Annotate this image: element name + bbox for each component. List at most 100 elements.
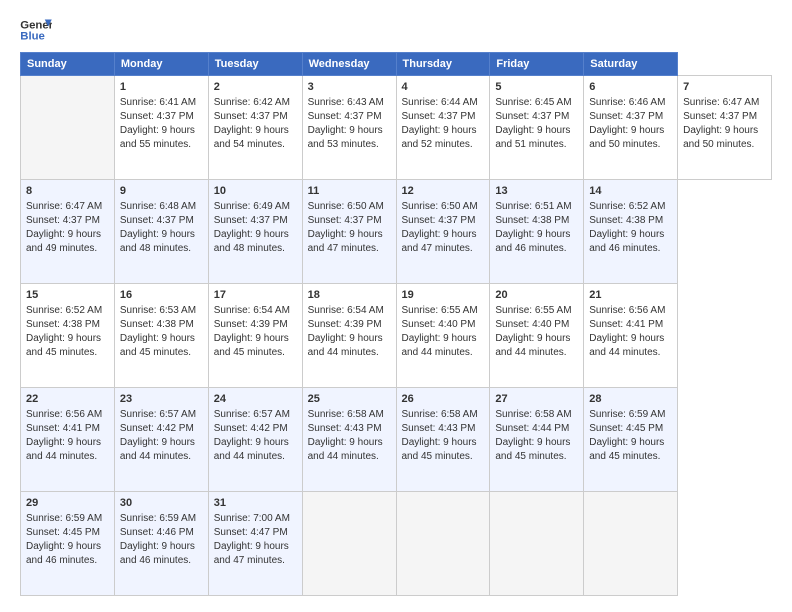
daylight-text: Daylight: 9 hours and 51 minutes. xyxy=(495,125,570,150)
daylight-text: Daylight: 9 hours and 46 minutes. xyxy=(26,541,101,566)
day-number: 9 xyxy=(120,184,203,199)
sunset-text: Sunset: 4:44 PM xyxy=(495,423,569,434)
day-number: 10 xyxy=(214,184,297,199)
sunset-text: Sunset: 4:47 PM xyxy=(214,527,288,538)
calendar-cell: 20Sunrise: 6:55 AMSunset: 4:40 PMDayligh… xyxy=(490,284,584,388)
column-header-thursday: Thursday xyxy=(396,53,490,76)
sunrise-text: Sunrise: 6:58 AM xyxy=(308,409,384,420)
week-row-4: 22Sunrise: 6:56 AMSunset: 4:41 PMDayligh… xyxy=(21,388,772,492)
sunset-text: Sunset: 4:38 PM xyxy=(26,319,100,330)
daylight-text: Daylight: 9 hours and 45 minutes. xyxy=(214,333,289,358)
daylight-text: Daylight: 9 hours and 45 minutes. xyxy=(495,437,570,462)
daylight-text: Daylight: 9 hours and 45 minutes. xyxy=(402,437,477,462)
calendar-cell: 13Sunrise: 6:51 AMSunset: 4:38 PMDayligh… xyxy=(490,180,584,284)
day-number: 31 xyxy=(214,496,297,511)
day-number: 26 xyxy=(402,392,485,407)
day-number: 11 xyxy=(308,184,391,199)
sunset-text: Sunset: 4:43 PM xyxy=(402,423,476,434)
day-number: 1 xyxy=(120,80,203,95)
calendar-cell: 31 Sunrise: 7:00 AM Sunset: 4:47 PM Dayligh… xyxy=(208,492,302,596)
day-number: 25 xyxy=(308,392,391,407)
day-number: 30 xyxy=(120,496,203,511)
sunrise-text: Sunrise: 6:47 AM xyxy=(26,201,102,212)
week-row-2: 8Sunrise: 6:47 AMSunset: 4:37 PMDaylight… xyxy=(21,180,772,284)
calendar-cell: 2Sunrise: 6:42 AMSunset: 4:37 PMDaylight… xyxy=(208,76,302,180)
calendar-cell: 29Sunrise: 6:59 AMSunset: 4:45 PMDayligh… xyxy=(21,492,115,596)
calendar-cell: 3Sunrise: 6:43 AMSunset: 4:37 PMDaylight… xyxy=(302,76,396,180)
daylight-text: Daylight: 9 hours and 54 minutes. xyxy=(214,125,289,150)
day-number: 19 xyxy=(402,288,485,303)
calendar-cell: 18Sunrise: 6:54 AMSunset: 4:39 PMDayligh… xyxy=(302,284,396,388)
header: General Blue xyxy=(20,16,772,44)
daylight-text: Daylight: 9 hours and 44 minutes. xyxy=(120,437,195,462)
daylight-text: Daylight: 9 hours and 46 minutes. xyxy=(589,229,664,254)
day-number: 29 xyxy=(26,496,109,511)
sunrise-text: Sunrise: 6:57 AM xyxy=(214,409,290,420)
sunset-text: Sunset: 4:46 PM xyxy=(120,527,194,538)
daylight-text: Daylight: 9 hours and 44 minutes. xyxy=(214,437,289,462)
sunset-text: Sunset: 4:37 PM xyxy=(214,215,288,226)
calendar-cell: 28Sunrise: 6:59 AMSunset: 4:45 PMDayligh… xyxy=(584,388,678,492)
sunrise-text: Sunrise: 6:43 AM xyxy=(308,97,384,108)
sunrise-text: Sunrise: 6:49 AM xyxy=(214,201,290,212)
daylight-text: Daylight: 9 hours and 46 minutes. xyxy=(120,541,195,566)
calendar-cell: 1Sunrise: 6:41 AMSunset: 4:37 PMDaylight… xyxy=(114,76,208,180)
sunrise-text: Sunrise: 6:56 AM xyxy=(589,305,665,316)
calendar-cell xyxy=(584,492,678,596)
daylight-text: Daylight: 9 hours and 50 minutes. xyxy=(683,125,758,150)
sunset-text: Sunset: 4:38 PM xyxy=(495,215,569,226)
sunrise-text: Sunrise: 6:48 AM xyxy=(120,201,196,212)
sunrise-text: Sunrise: 6:58 AM xyxy=(402,409,478,420)
column-header-friday: Friday xyxy=(490,53,584,76)
week-row-3: 15Sunrise: 6:52 AMSunset: 4:38 PMDayligh… xyxy=(21,284,772,388)
calendar-header-row: SundayMondayTuesdayWednesdayThursdayFrid… xyxy=(21,53,772,76)
sunset-text: Sunset: 4:42 PM xyxy=(120,423,194,434)
daylight-text: Daylight: 9 hours and 52 minutes. xyxy=(402,125,477,150)
sunrise-text: Sunrise: 6:45 AM xyxy=(495,97,571,108)
daylight-text: Daylight: 9 hours and 55 minutes. xyxy=(120,125,195,150)
sunset-text: Sunset: 4:45 PM xyxy=(26,527,100,538)
calendar-cell: 8Sunrise: 6:47 AMSunset: 4:37 PMDaylight… xyxy=(21,180,115,284)
sunrise-text: Sunrise: 6:58 AM xyxy=(495,409,571,420)
daylight-text: Daylight: 9 hours and 47 minutes. xyxy=(214,541,289,566)
day-number: 4 xyxy=(402,80,485,95)
daylight-text: Daylight: 9 hours and 50 minutes. xyxy=(589,125,664,150)
calendar-cell: 9Sunrise: 6:48 AMSunset: 4:37 PMDaylight… xyxy=(114,180,208,284)
daylight-text: Daylight: 9 hours and 49 minutes. xyxy=(26,229,101,254)
column-header-wednesday: Wednesday xyxy=(302,53,396,76)
sunrise-text: Sunrise: 6:51 AM xyxy=(495,201,571,212)
sunrise-text: Sunrise: 6:44 AM xyxy=(402,97,478,108)
sunrise-text: Sunrise: 6:46 AM xyxy=(589,97,665,108)
sunrise-text: Sunrise: 7:00 AM xyxy=(214,513,290,524)
daylight-text: Daylight: 9 hours and 44 minutes. xyxy=(308,333,383,358)
day-number: 12 xyxy=(402,184,485,199)
sunset-text: Sunset: 4:42 PM xyxy=(214,423,288,434)
sunrise-text: Sunrise: 6:59 AM xyxy=(120,513,196,524)
calendar-cell: 24 Sunrise: 6:57 AM Sunset: 4:42 PM Dayligh… xyxy=(208,388,302,492)
calendar-cell: 11Sunrise: 6:50 AMSunset: 4:37 PMDayligh… xyxy=(302,180,396,284)
sunset-text: Sunset: 4:40 PM xyxy=(495,319,569,330)
day-number: 6 xyxy=(589,80,672,95)
daylight-text: Daylight: 9 hours and 44 minutes. xyxy=(26,437,101,462)
calendar-table: SundayMondayTuesdayWednesdayThursdayFrid… xyxy=(20,52,772,596)
calendar-cell: 15Sunrise: 6:52 AMSunset: 4:38 PMDayligh… xyxy=(21,284,115,388)
sunrise-text: Sunrise: 6:57 AM xyxy=(120,409,196,420)
sunrise-text: Sunrise: 6:52 AM xyxy=(589,201,665,212)
day-number: 3 xyxy=(308,80,391,95)
calendar-cell: 4Sunrise: 6:44 AMSunset: 4:37 PMDaylight… xyxy=(396,76,490,180)
daylight-text: Daylight: 9 hours and 44 minutes. xyxy=(589,333,664,358)
day-number: 5 xyxy=(495,80,578,95)
calendar-cell: 7Sunrise: 6:47 AMSunset: 4:37 PMDaylight… xyxy=(678,76,772,180)
sunset-text: Sunset: 4:37 PM xyxy=(308,215,382,226)
column-header-tuesday: Tuesday xyxy=(208,53,302,76)
daylight-text: Daylight: 9 hours and 53 minutes. xyxy=(308,125,383,150)
day-number: 24 xyxy=(214,392,297,407)
calendar-cell: 21Sunrise: 6:56 AMSunset: 4:41 PMDayligh… xyxy=(584,284,678,388)
sunset-text: Sunset: 4:39 PM xyxy=(308,319,382,330)
sunset-text: Sunset: 4:37 PM xyxy=(589,111,663,122)
calendar-cell: 5Sunrise: 6:45 AMSunset: 4:37 PMDaylight… xyxy=(490,76,584,180)
calendar-cell: 19Sunrise: 6:55 AMSunset: 4:40 PMDayligh… xyxy=(396,284,490,388)
calendar-cell: 16Sunrise: 6:53 AMSunset: 4:38 PMDayligh… xyxy=(114,284,208,388)
sunset-text: Sunset: 4:41 PM xyxy=(26,423,100,434)
daylight-text: Daylight: 9 hours and 44 minutes. xyxy=(402,333,477,358)
